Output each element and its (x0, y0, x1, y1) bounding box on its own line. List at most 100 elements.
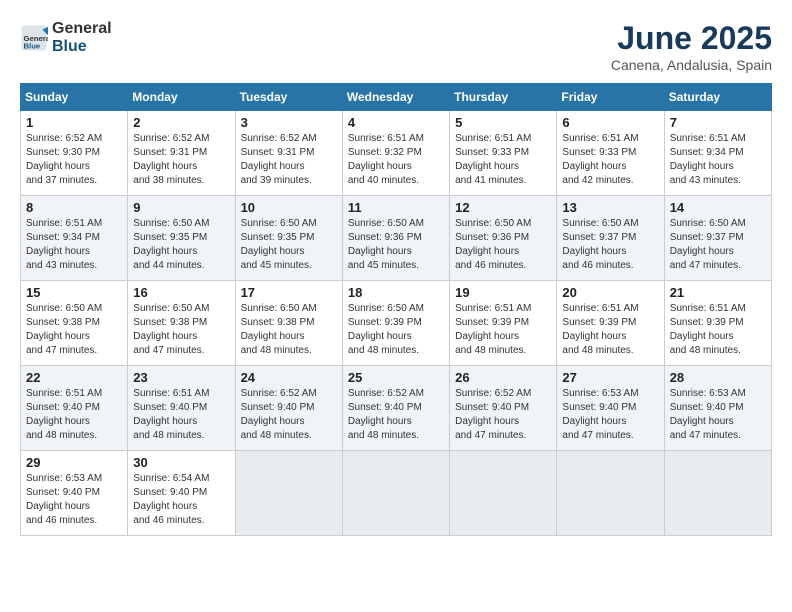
day-info: Sunrise: 6:51 AM Sunset: 9:40 PM Dayligh… (26, 387, 122, 443)
day-number: 16 (133, 285, 229, 300)
calendar-week-row: 22 Sunrise: 6:51 AM Sunset: 9:40 PM Dayl… (21, 366, 772, 451)
calendar-week-row: 15 Sunrise: 6:50 AM Sunset: 9:38 PM Dayl… (21, 281, 772, 366)
calendar-day-cell: 7 Sunrise: 6:51 AM Sunset: 9:34 PM Dayli… (664, 111, 771, 196)
day-number: 25 (348, 370, 444, 385)
day-number: 28 (670, 370, 766, 385)
day-number: 22 (26, 370, 122, 385)
day-number: 20 (562, 285, 658, 300)
day-of-week-header: Saturday (664, 84, 771, 111)
calendar-day-cell: 9 Sunrise: 6:50 AM Sunset: 9:35 PM Dayli… (128, 196, 235, 281)
calendar-day-cell: 11 Sunrise: 6:50 AM Sunset: 9:36 PM Dayl… (342, 196, 449, 281)
day-info: Sunrise: 6:50 AM Sunset: 9:38 PM Dayligh… (26, 302, 122, 358)
day-info: Sunrise: 6:52 AM Sunset: 9:40 PM Dayligh… (348, 387, 444, 443)
calendar-table: SundayMondayTuesdayWednesdayThursdayFrid… (20, 83, 772, 536)
calendar-day-cell: 24 Sunrise: 6:52 AM Sunset: 9:40 PM Dayl… (235, 366, 342, 451)
calendar-day-cell (235, 451, 342, 536)
month-title: June 2025 (611, 20, 772, 57)
day-info: Sunrise: 6:50 AM Sunset: 9:39 PM Dayligh… (348, 302, 444, 358)
day-info: Sunrise: 6:54 AM Sunset: 9:40 PM Dayligh… (133, 472, 229, 528)
day-number: 7 (670, 115, 766, 130)
day-number: 2 (133, 115, 229, 130)
day-number: 30 (133, 455, 229, 470)
day-info: Sunrise: 6:50 AM Sunset: 9:35 PM Dayligh… (133, 217, 229, 273)
day-info: Sunrise: 6:51 AM Sunset: 9:32 PM Dayligh… (348, 132, 444, 188)
day-info: Sunrise: 6:53 AM Sunset: 9:40 PM Dayligh… (670, 387, 766, 443)
day-info: Sunrise: 6:52 AM Sunset: 9:31 PM Dayligh… (133, 132, 229, 188)
day-info: Sunrise: 6:50 AM Sunset: 9:37 PM Dayligh… (670, 217, 766, 273)
day-number: 18 (348, 285, 444, 300)
calendar-day-cell: 8 Sunrise: 6:51 AM Sunset: 9:34 PM Dayli… (21, 196, 128, 281)
day-info: Sunrise: 6:50 AM Sunset: 9:38 PM Dayligh… (133, 302, 229, 358)
calendar-day-cell: 15 Sunrise: 6:50 AM Sunset: 9:38 PM Dayl… (21, 281, 128, 366)
day-info: Sunrise: 6:50 AM Sunset: 9:36 PM Dayligh… (455, 217, 551, 273)
day-number: 24 (241, 370, 337, 385)
day-number: 3 (241, 115, 337, 130)
calendar-day-cell (664, 451, 771, 536)
day-number: 15 (26, 285, 122, 300)
day-number: 6 (562, 115, 658, 130)
day-info: Sunrise: 6:51 AM Sunset: 9:33 PM Dayligh… (562, 132, 658, 188)
day-number: 11 (348, 200, 444, 215)
day-info: Sunrise: 6:52 AM Sunset: 9:31 PM Dayligh… (241, 132, 337, 188)
calendar-day-cell: 30 Sunrise: 6:54 AM Sunset: 9:40 PM Dayl… (128, 451, 235, 536)
day-info: Sunrise: 6:51 AM Sunset: 9:33 PM Dayligh… (455, 132, 551, 188)
calendar-day-cell: 10 Sunrise: 6:50 AM Sunset: 9:35 PM Dayl… (235, 196, 342, 281)
day-number: 9 (133, 200, 229, 215)
day-of-week-header: Monday (128, 84, 235, 111)
day-info: Sunrise: 6:51 AM Sunset: 9:40 PM Dayligh… (133, 387, 229, 443)
page-header: General Blue General Blue June 2025 Cane… (20, 20, 772, 73)
day-number: 26 (455, 370, 551, 385)
calendar-day-cell: 4 Sunrise: 6:51 AM Sunset: 9:32 PM Dayli… (342, 111, 449, 196)
calendar-day-cell: 25 Sunrise: 6:52 AM Sunset: 9:40 PM Dayl… (342, 366, 449, 451)
day-of-week-header: Thursday (450, 84, 557, 111)
calendar-day-cell: 5 Sunrise: 6:51 AM Sunset: 9:33 PM Dayli… (450, 111, 557, 196)
calendar-week-row: 1 Sunrise: 6:52 AM Sunset: 9:30 PM Dayli… (21, 111, 772, 196)
day-info: Sunrise: 6:51 AM Sunset: 9:34 PM Dayligh… (26, 217, 122, 273)
day-info: Sunrise: 6:50 AM Sunset: 9:35 PM Dayligh… (241, 217, 337, 273)
day-info: Sunrise: 6:53 AM Sunset: 9:40 PM Dayligh… (26, 472, 122, 528)
calendar-day-cell: 18 Sunrise: 6:50 AM Sunset: 9:39 PM Dayl… (342, 281, 449, 366)
calendar-day-cell: 13 Sunrise: 6:50 AM Sunset: 9:37 PM Dayl… (557, 196, 664, 281)
day-info: Sunrise: 6:53 AM Sunset: 9:40 PM Dayligh… (562, 387, 658, 443)
calendar-day-cell: 12 Sunrise: 6:50 AM Sunset: 9:36 PM Dayl… (450, 196, 557, 281)
calendar-day-cell: 1 Sunrise: 6:52 AM Sunset: 9:30 PM Dayli… (21, 111, 128, 196)
calendar-day-cell: 23 Sunrise: 6:51 AM Sunset: 9:40 PM Dayl… (128, 366, 235, 451)
day-number: 1 (26, 115, 122, 130)
calendar-day-cell: 19 Sunrise: 6:51 AM Sunset: 9:39 PM Dayl… (450, 281, 557, 366)
calendar-week-row: 29 Sunrise: 6:53 AM Sunset: 9:40 PM Dayl… (21, 451, 772, 536)
day-number: 29 (26, 455, 122, 470)
calendar-day-cell (557, 451, 664, 536)
day-number: 10 (241, 200, 337, 215)
day-info: Sunrise: 6:52 AM Sunset: 9:40 PM Dayligh… (241, 387, 337, 443)
logo-text: General Blue (52, 20, 112, 56)
day-number: 14 (670, 200, 766, 215)
day-number: 19 (455, 285, 551, 300)
calendar-day-cell: 2 Sunrise: 6:52 AM Sunset: 9:31 PM Dayli… (128, 111, 235, 196)
day-info: Sunrise: 6:52 AM Sunset: 9:40 PM Dayligh… (455, 387, 551, 443)
day-info: Sunrise: 6:50 AM Sunset: 9:37 PM Dayligh… (562, 217, 658, 273)
day-info: Sunrise: 6:52 AM Sunset: 9:30 PM Dayligh… (26, 132, 122, 188)
calendar-header-row: SundayMondayTuesdayWednesdayThursdayFrid… (21, 84, 772, 111)
logo-icon: General Blue (20, 24, 48, 52)
day-number: 27 (562, 370, 658, 385)
day-info: Sunrise: 6:51 AM Sunset: 9:39 PM Dayligh… (670, 302, 766, 358)
calendar-day-cell: 29 Sunrise: 6:53 AM Sunset: 9:40 PM Dayl… (21, 451, 128, 536)
day-number: 17 (241, 285, 337, 300)
calendar-day-cell: 22 Sunrise: 6:51 AM Sunset: 9:40 PM Dayl… (21, 366, 128, 451)
day-number: 4 (348, 115, 444, 130)
calendar-day-cell: 26 Sunrise: 6:52 AM Sunset: 9:40 PM Dayl… (450, 366, 557, 451)
logo: General Blue General Blue (20, 20, 112, 56)
calendar-day-cell: 3 Sunrise: 6:52 AM Sunset: 9:31 PM Dayli… (235, 111, 342, 196)
calendar-day-cell: 20 Sunrise: 6:51 AM Sunset: 9:39 PM Dayl… (557, 281, 664, 366)
day-number: 13 (562, 200, 658, 215)
day-of-week-header: Wednesday (342, 84, 449, 111)
calendar-day-cell: 6 Sunrise: 6:51 AM Sunset: 9:33 PM Dayli… (557, 111, 664, 196)
calendar-day-cell: 21 Sunrise: 6:51 AM Sunset: 9:39 PM Dayl… (664, 281, 771, 366)
day-of-week-header: Friday (557, 84, 664, 111)
day-number: 5 (455, 115, 551, 130)
calendar-day-cell: 16 Sunrise: 6:50 AM Sunset: 9:38 PM Dayl… (128, 281, 235, 366)
calendar-week-row: 8 Sunrise: 6:51 AM Sunset: 9:34 PM Dayli… (21, 196, 772, 281)
day-of-week-header: Tuesday (235, 84, 342, 111)
calendar-day-cell (342, 451, 449, 536)
calendar-day-cell (450, 451, 557, 536)
